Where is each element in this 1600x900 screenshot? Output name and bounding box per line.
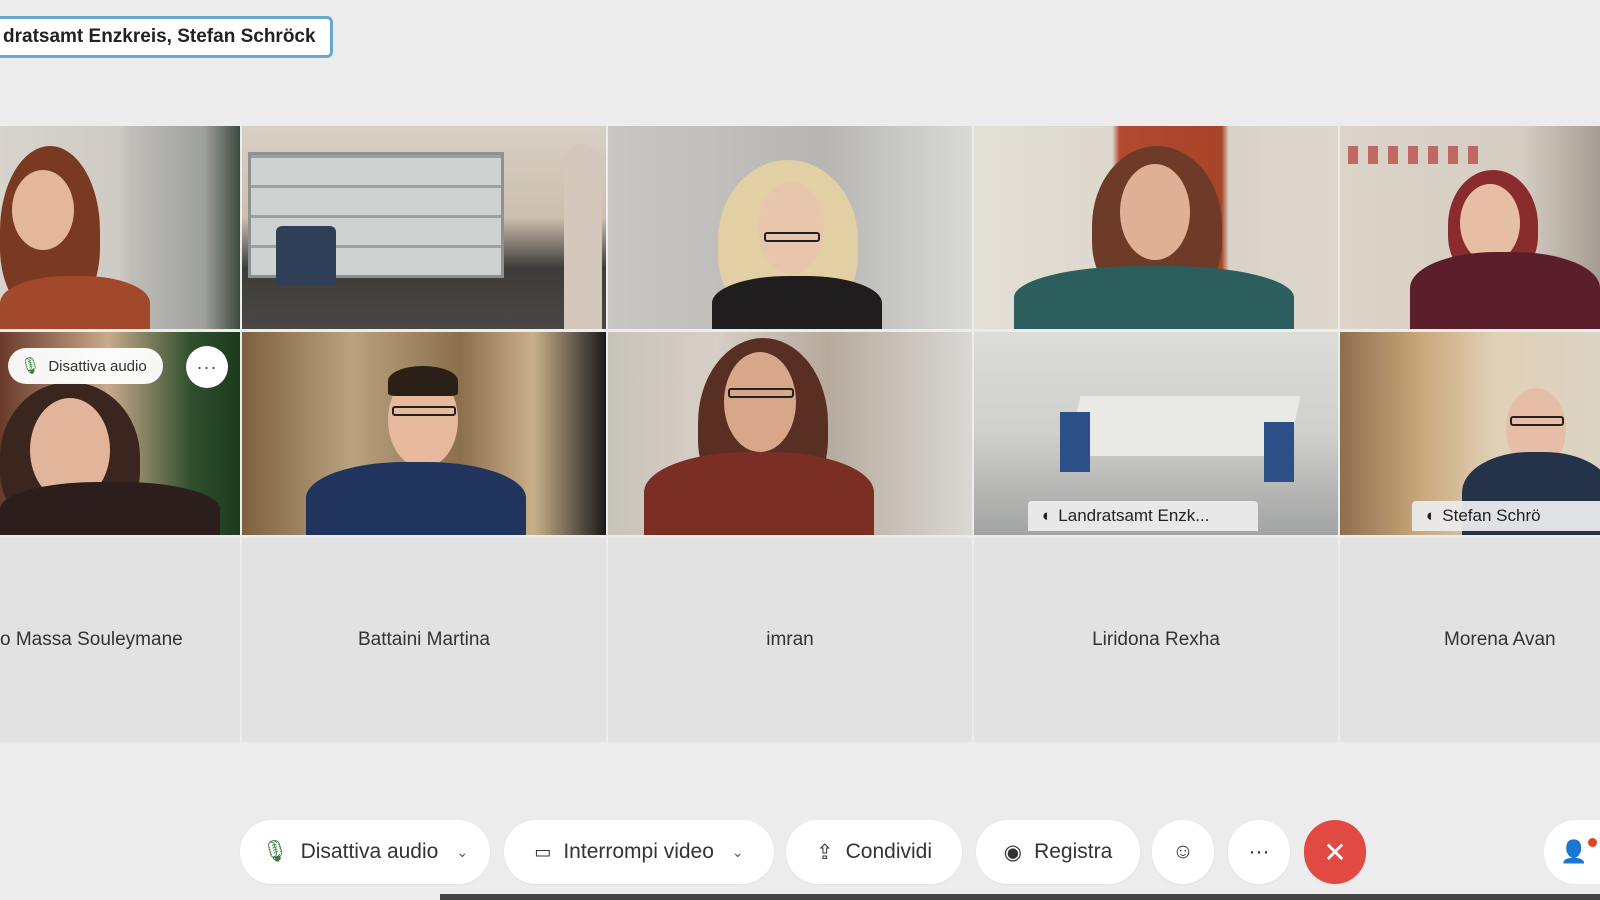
record-label: Registra bbox=[1034, 840, 1113, 863]
share-label: Condividi bbox=[845, 840, 932, 863]
reaction-button[interactable]: ☺ bbox=[1152, 820, 1214, 884]
participant-glasses bbox=[392, 406, 456, 416]
name-tile-5[interactable]: Morena Avan bbox=[1340, 538, 1600, 742]
chairs-2 bbox=[1264, 422, 1294, 482]
reaction-icon: ☺ bbox=[1172, 840, 1194, 863]
participant-hair bbox=[388, 366, 458, 396]
label-text: Landratsamt Enzk... bbox=[1058, 506, 1210, 525]
participant-body bbox=[712, 276, 882, 329]
participant-body bbox=[0, 482, 220, 535]
record-button[interactable]: ◉ Registra bbox=[976, 820, 1140, 884]
window-edge bbox=[440, 894, 1600, 900]
chairs bbox=[1060, 412, 1090, 472]
speaker-icon: ◖ bbox=[1040, 506, 1051, 525]
mute-label: Disattiva audio bbox=[300, 840, 439, 863]
notification-dot bbox=[1588, 838, 1597, 847]
video-label: Interrompi video bbox=[563, 840, 714, 863]
participant-name: Liridona Rexha bbox=[1092, 629, 1220, 650]
more-icon: ··· bbox=[196, 356, 218, 377]
record-icon: ◉ bbox=[1003, 840, 1023, 864]
name-tile-1[interactable]: o Massa Souleymane bbox=[0, 538, 240, 742]
label-text: Stefan Schrö bbox=[1442, 506, 1541, 525]
video-button[interactable]: ▭ Interrompi video ⌄ bbox=[504, 820, 774, 884]
participant-body bbox=[1014, 266, 1294, 329]
meeting-title[interactable]: dratsamt Enzkreis, Stefan Schröck bbox=[0, 16, 333, 58]
name-tile-2[interactable]: Battaini Martina bbox=[242, 538, 606, 742]
participant-face bbox=[1120, 164, 1190, 260]
video-tile-9[interactable]: ◖ Landratsamt Enzk... bbox=[974, 332, 1338, 535]
call-toolbar: 🎙 Disattiva audio ⌄ ▭ Interrompi video ⌄… bbox=[0, 820, 1600, 886]
participant-name: o Massa Souleymane bbox=[0, 629, 183, 650]
garland bbox=[1348, 146, 1478, 164]
participant-name: Morena Avan bbox=[1444, 629, 1556, 650]
end-call-button[interactable]: ✕ bbox=[1304, 820, 1366, 884]
people-icon: 👤 bbox=[1560, 839, 1588, 864]
meeting-title-text: dratsamt Enzkreis, Stefan Schröck bbox=[3, 26, 316, 47]
participant-body bbox=[0, 276, 150, 329]
end-call-icon: ✕ bbox=[1323, 836, 1347, 868]
video-tile-1[interactable] bbox=[0, 126, 240, 329]
participant-grid: 🎙 Disattiva audio ··· ◖ Landratsamt Enzk… bbox=[0, 126, 1600, 756]
share-button[interactable]: ⇪ Condividi bbox=[786, 820, 962, 884]
participants-button[interactable]: 👤 bbox=[1544, 820, 1600, 884]
video-tile-7[interactable] bbox=[242, 332, 606, 535]
participant-body bbox=[644, 452, 874, 535]
participant-face bbox=[1460, 184, 1520, 262]
participant-glasses bbox=[728, 388, 794, 398]
video-label-stefan: ◖ Stefan Schrö bbox=[1412, 501, 1600, 531]
participant-body bbox=[1410, 252, 1600, 329]
speaker-icon: ◖ bbox=[1424, 506, 1435, 525]
standing-person bbox=[564, 144, 602, 329]
chevron-down-icon[interactable]: ⌄ bbox=[732, 844, 744, 861]
tile-mute-label: Disattiva audio bbox=[48, 357, 147, 375]
mic-icon: 🎙 bbox=[261, 840, 289, 863]
video-tile-6[interactable]: 🎙 Disattiva audio ··· bbox=[0, 332, 240, 535]
more-options-button[interactable]: ··· bbox=[1228, 820, 1290, 884]
video-label-landratsamt: ◖ Landratsamt Enzk... bbox=[1028, 501, 1258, 531]
chevron-down-icon[interactable]: ⌄ bbox=[456, 844, 468, 861]
participant-name: imran bbox=[766, 629, 814, 650]
participant-glasses bbox=[1510, 416, 1564, 426]
participant-body bbox=[306, 462, 526, 535]
chair bbox=[276, 226, 336, 286]
participant-glasses bbox=[764, 232, 820, 242]
share-icon: ⇪ bbox=[816, 840, 834, 864]
mic-icon: 🎙 bbox=[20, 358, 41, 375]
video-tile-8[interactable] bbox=[608, 332, 972, 535]
more-icon: ··· bbox=[1248, 840, 1270, 863]
video-tile-2[interactable] bbox=[242, 126, 606, 329]
camera-icon: ▭ bbox=[534, 841, 552, 862]
video-tile-3[interactable] bbox=[608, 126, 972, 329]
tile-mute-button[interactable]: 🎙 Disattiva audio bbox=[8, 348, 163, 384]
tile-more-button[interactable]: ··· bbox=[186, 346, 228, 388]
participant-face bbox=[724, 352, 796, 452]
participant-face bbox=[758, 182, 824, 274]
video-tile-5[interactable] bbox=[1340, 126, 1600, 329]
name-tile-3[interactable]: imran bbox=[608, 538, 972, 742]
participant-name: Battaini Martina bbox=[357, 629, 490, 650]
mute-button[interactable]: 🎙 Disattiva audio ⌄ bbox=[240, 820, 490, 884]
video-tile-10[interactable]: ◖ Stefan Schrö bbox=[1340, 332, 1600, 535]
video-tile-4[interactable] bbox=[974, 126, 1338, 329]
name-tile-4[interactable]: Liridona Rexha bbox=[974, 538, 1338, 742]
participant-face bbox=[12, 170, 74, 250]
